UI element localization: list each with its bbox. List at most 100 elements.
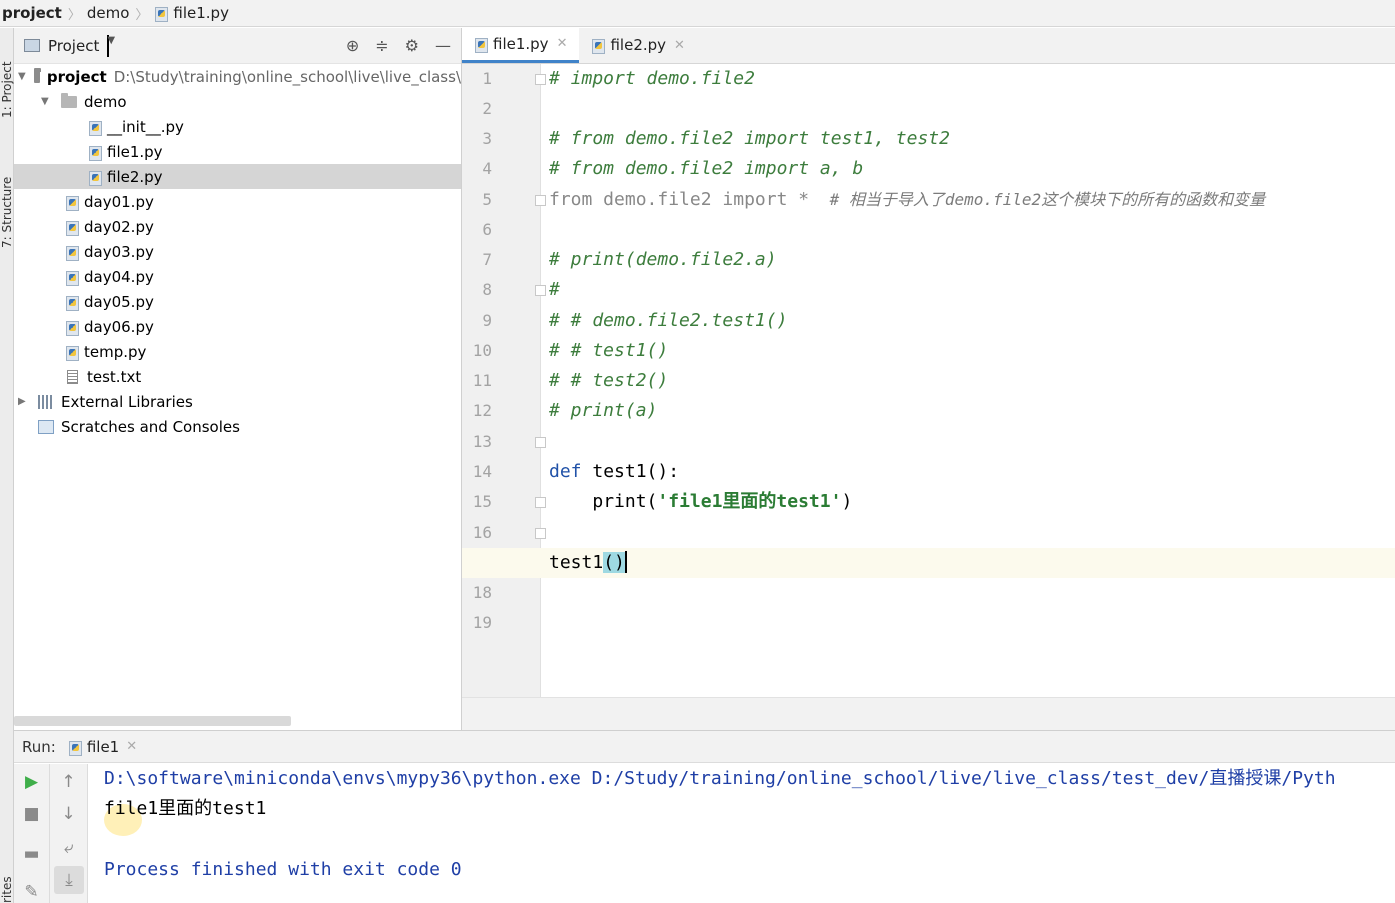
chevron-down-icon[interactable]: ▼ (107, 34, 115, 57)
folder-icon (33, 67, 41, 83)
tree-item-demo[interactable]: ▼ demo (14, 89, 461, 114)
close-icon[interactable]: ✕ (126, 739, 137, 754)
run-toolbar-secondary: ↑ ↓ ⤶ ⤓ (50, 764, 88, 903)
code-keyword: def (549, 461, 582, 482)
line-number: 3 (482, 129, 492, 148)
python-file-icon (65, 320, 79, 336)
tree-item-label: file1.py (107, 142, 163, 161)
breadcrumb-item-demo[interactable]: demo (87, 4, 130, 22)
tree-item-label: project (46, 67, 107, 86)
tree-item-external-libraries[interactable]: ▶ External Libraries (14, 389, 461, 414)
arrow-up-icon[interactable]: ↑ (50, 772, 87, 792)
scratches-icon (38, 419, 54, 434)
chevron-down-icon[interactable]: ▼ (41, 96, 53, 107)
editor-tab-bar: file1.py ✕ file2.py ✕ (462, 27, 1395, 64)
code-paren: ) (841, 491, 853, 512)
line-number: 19 (472, 613, 492, 632)
tree-item-temp-py[interactable]: temp.py (14, 339, 461, 364)
tab-label: file2.py (610, 36, 667, 54)
gear-icon[interactable]: ⚙ (405, 36, 419, 55)
library-icon (38, 394, 54, 409)
code-line-7: # print(demo.file2.a) (549, 249, 777, 270)
tab-file2-py[interactable]: file2.py ✕ (579, 27, 696, 63)
tab-file1-py[interactable]: file1.py ✕ (462, 27, 580, 63)
code-line-14: def test1(): (549, 457, 679, 487)
pin-icon[interactable]: ✎ (14, 882, 49, 902)
line-number: 18 (472, 583, 492, 602)
line-number: 10 (472, 341, 492, 360)
code-inline-comment: # 相当于导入了demo.file2这个模块下的所有的函数和变量 (819, 190, 1266, 209)
breadcrumb-separator-icon: 〉 (67, 7, 81, 23)
chevron-right-icon[interactable]: ▶ (18, 396, 30, 407)
favorites-tool-tab[interactable]: rites (0, 868, 14, 903)
tree-item-file2-py[interactable]: file2.py (14, 164, 461, 189)
console-output-line: file1里面的test1 (104, 798, 267, 819)
tree-item-file1-py[interactable]: file1.py (14, 139, 461, 164)
layout-icon[interactable]: ▬ (14, 844, 49, 864)
python-file-icon (65, 270, 79, 286)
run-panel-header: Run: file1 ✕ (14, 731, 1395, 763)
collapse-icon[interactable]: ≑ (375, 36, 388, 55)
line-number: 9 (482, 311, 492, 330)
breadcrumb-item-file[interactable]: file1.py (173, 4, 229, 22)
soft-wrap-icon[interactable]: ⤶ (50, 838, 87, 858)
line-number: 1 (482, 69, 492, 88)
editor-horizontal-scroll-area[interactable] (462, 697, 1395, 730)
line-number: 8 (482, 280, 492, 299)
tree-item-project[interactable]: ▼ project D:\Study\training\online_schoo… (14, 64, 461, 89)
project-path: D:\Study\training\online_school\live\liv… (113, 67, 461, 86)
tree-item-day04-py[interactable]: day04.py (14, 264, 461, 289)
code-line-1: # import demo.file2 (549, 68, 755, 89)
run-tab-label: file1 (86, 737, 120, 756)
code-line-15: print('file1里面的test1') (549, 487, 852, 517)
tree-item-label: External Libraries (61, 392, 193, 411)
python-file-icon (88, 145, 102, 161)
tree-item-label: day05.py (84, 292, 154, 311)
project-tool-tab[interactable]: 1: Project (0, 38, 14, 118)
code-line-9: # # demo.file2.test1() (549, 310, 788, 331)
tree-item-label: day01.py (84, 192, 154, 211)
tree-item-label: day04.py (84, 267, 154, 286)
locate-icon[interactable]: ⊕ (346, 36, 359, 55)
rerun-play-icon[interactable]: ▶ (14, 772, 49, 792)
chevron-down-icon[interactable]: ▼ (18, 71, 26, 82)
python-file-icon (154, 6, 169, 22)
code-text-area[interactable]: # import demo.file2 # from demo.file2 im… (462, 64, 1395, 697)
line-number: 12 (472, 401, 492, 420)
code-line-3: # from demo.file2 import test1, test2 (549, 128, 950, 149)
close-icon[interactable]: ✕ (674, 38, 685, 53)
scroll-to-end-icon[interactable]: ⤓ (54, 866, 84, 894)
tree-item-scratches[interactable]: Scratches and Consoles (14, 414, 461, 439)
tree-item-label: __init__.py (107, 117, 184, 136)
tree-item-label: day02.py (84, 217, 154, 236)
tree-item-day05-py[interactable]: day05.py (14, 289, 461, 314)
structure-tool-tab[interactable]: 7: Structure (0, 148, 14, 248)
hide-icon[interactable]: — (435, 36, 451, 55)
tree-item-label: day03.py (84, 242, 154, 261)
code-call-name: test1 (549, 552, 604, 573)
tree-item-day03-py[interactable]: day03.py (14, 239, 461, 264)
project-view-icon (24, 39, 40, 52)
project-panel: Project ▼ ⊕ ≑ ⚙ — ▼ project D:\Study\tra… (14, 28, 462, 730)
code-line-4: # from demo.file2 import a, b (549, 158, 864, 179)
arrow-down-icon[interactable]: ↓ (50, 804, 87, 824)
tree-item-init-py[interactable]: __init__.py (14, 114, 461, 139)
tree-item-test-txt[interactable]: test.txt (14, 364, 461, 389)
horizontal-scrollbar[interactable] (14, 716, 291, 726)
run-tab-file1[interactable]: file1 ✕ (68, 738, 137, 756)
console-output[interactable]: D:\software\miniconda\envs\mypy36\python… (104, 764, 1395, 903)
tree-item-day06-py[interactable]: day06.py (14, 314, 461, 339)
breadcrumb-item-project[interactable]: project (2, 4, 62, 22)
line-number: 6 (482, 220, 492, 239)
breadcrumb-separator-icon: 〉 (135, 7, 149, 23)
project-view-selector[interactable]: Project (48, 37, 99, 55)
tree-item-day01-py[interactable]: day01.py (14, 189, 461, 214)
close-icon[interactable]: ✕ (557, 36, 568, 51)
tree-item-day02-py[interactable]: day02.py (14, 214, 461, 239)
console-exit-line: Process finished with exit code 0 (104, 859, 462, 880)
text-file-icon (67, 369, 78, 384)
line-number-gutter: 1 2 3 4 5 6 7 8 9 10 11 12 13 14 15 16 1… (462, 64, 546, 697)
line-number: 7 (482, 250, 492, 269)
stop-icon[interactable]: ■ (14, 804, 49, 824)
